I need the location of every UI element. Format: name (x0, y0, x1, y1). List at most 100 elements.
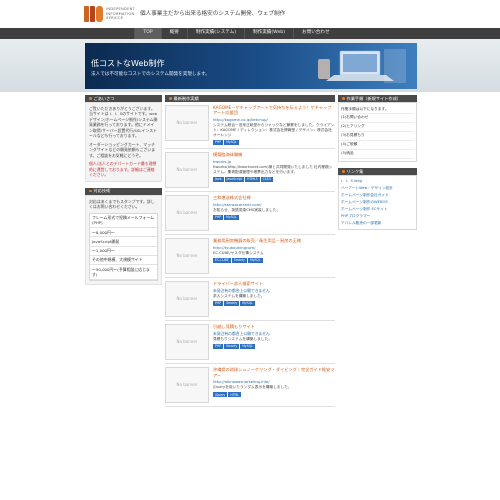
nav-item-works-system[interactable]: 制作実績(システム) (186, 28, 244, 39)
nav-item-works-web[interactable]: 制作実績(Web) (244, 28, 293, 39)
work-entry: No banner 模擬臨海体験機 kworks.jp Kworks(http:… (165, 149, 335, 193)
work-url-link[interactable]: http://tyuboukingcom/ (213, 245, 335, 250)
workflow-panel: 作業手順は以下になります。 (1)お問い合わせ (2)ヒアリング (3)お見積も… (338, 102, 417, 162)
logo-icon (84, 6, 103, 22)
external-link[interactable]: ホームページ制作会社ガイド (341, 192, 414, 199)
no-banner-image: No banner (165, 105, 209, 141)
external-link[interactable]: PHPプログラマー (341, 213, 414, 220)
work-url-link[interactable]: http://kagome.co.jp/ketchup/ (213, 117, 335, 122)
workflow-step: (5)納品 (341, 150, 414, 159)
work-url-note: 未発注有の都合上公開できません (213, 330, 270, 336)
external-link[interactable]: ホームページ制作 ECサイト (341, 206, 414, 213)
tech-tag: CSS3 (260, 176, 273, 182)
works-heading: 最新制作実績 (165, 95, 335, 102)
main-nav: TOP 概要 制作実績(システム) 制作実績(Web) お問い合わせ (0, 28, 500, 39)
tech-tag: PHP (213, 343, 224, 349)
external-link[interactable]: ホームページ制作のWEBOS (341, 199, 414, 206)
workflow-step: (4)ご依頼 (341, 141, 414, 150)
bullet-icon (89, 97, 92, 100)
tech-tag: Smarty (224, 343, 240, 349)
external-link[interactable]: アパレル販売の一部更新 (341, 220, 414, 227)
work-title-link[interactable]: 三和運送株式会社様 (213, 195, 335, 200)
site-header: INDEPENDENT INFORMATION SERVICE 個人事業主だから… (0, 0, 500, 28)
work-title-link[interactable]: 業務用厨房機器の販売／衛生用品・厨房の王様 (213, 238, 335, 243)
left-column: ごあいさつ ご覧いただきありがとうございます。当サイトは I．I．Sのサイトです… (85, 95, 162, 291)
bullet-icon (169, 97, 172, 100)
work-entry: No banner 業務用厨房機器の販売／衛生用品・厨房の王様 http://t… (165, 235, 335, 279)
work-entry: No banner 沖縄県の琉球シュノーケリング・ダイビング｜完全ガイド格安ツア… (165, 364, 335, 408)
workflow-step: (3)お見積もり (341, 132, 414, 141)
tech-tag: MySQL (240, 343, 255, 349)
site-logo[interactable]: INDEPENDENT INFORMATION SERVICE (84, 6, 135, 22)
tech-tags: PHP MySQL (213, 139, 335, 146)
hero-title: 低コストなWeb制作 (91, 59, 165, 68)
workflow-step: (2)ヒアリング (341, 123, 414, 132)
workflow-step: 作業手順は以下になります。 (341, 105, 414, 114)
center-column: 最新制作実績 No banner KAGOME－ケチャップアートで気持ちを伝えよ… (165, 95, 335, 408)
skills-intro: 対応はあくまでもスタンプです。詳しくはお問い合わせください。 (89, 198, 155, 210)
price-list-item: JavaScript開発 (90, 237, 157, 247)
works-list: No banner KAGOME－ケチャップアートで気持ちを伝えよう！ケチャップ… (165, 102, 335, 408)
bullet-icon (342, 170, 345, 173)
work-url-link[interactable]: http://sanwacorsnet.com/ (213, 202, 335, 207)
tech-tag: jQuery (213, 392, 228, 398)
tech-tags: Java JavaScript HTML5 CSS3 (213, 176, 335, 182)
tech-tags: jQuery HTML (213, 392, 335, 398)
work-description: jQueryを用いたランダム表示を構築しました。 (213, 385, 292, 390)
work-entry: No banner 三和運送株式会社様 http://sanwacorsnet.… (165, 192, 335, 236)
tech-tag: MySQL (240, 300, 255, 306)
tech-tag: HTML5 (245, 176, 260, 182)
tech-tag: MySQL (247, 257, 263, 263)
hero-area: 低コストなWeb制作 法人では不可能なコストでのシステム開発を実現します。 (0, 39, 500, 92)
work-title-link[interactable]: 模擬臨海体験機 (213, 152, 335, 157)
work-description: 求人システムを構築しました。 (213, 293, 265, 298)
work-description: システム統合－旧来正統型からジャックなど兼業をしました。クライアント：KAGOM… (213, 123, 335, 137)
work-title-link[interactable]: ドライバー求人検索サイト (213, 281, 335, 286)
work-description: 見積もりシステムを構築しました。 (213, 336, 272, 341)
nav-item-top[interactable]: TOP (134, 28, 161, 39)
page: INDEPENDENT INFORMATION SERVICE 個人事業主だから… (0, 0, 500, 500)
laptop-illustration-icon (318, 49, 406, 83)
no-banner-image: No banner (165, 324, 209, 361)
nav-item-about[interactable]: 概要 (160, 28, 187, 39)
tech-tag: EC-CUBE (213, 257, 231, 263)
greeting-notice: 個人/法人とのデパートカード最も理想的に運営しております。詳細はご連絡ください。 (89, 161, 157, 178)
tech-tags: PHP Smarty MySQL (213, 300, 335, 306)
tech-tag: PHP (213, 214, 224, 220)
bullet-icon (89, 189, 92, 193)
tech-tags: PHP MySQL (213, 214, 335, 220)
price-list-item: 〜50,000円〜(予算相談に応じます) (90, 265, 157, 280)
skills-heading: 対応技術 (85, 187, 162, 195)
no-banner-image: No banner (165, 195, 209, 232)
work-url-link[interactable]: http://okinawasnorkeling.info/ (213, 379, 335, 384)
hero-banner: 低コストなWeb制作 法人では不可能なコストでのシステム開発を実現します。 (85, 43, 417, 89)
tech-tag: MySQL (224, 139, 239, 146)
right-column: 作業手順（新規サイト作成） 作業手順は以下になります。 (1)お問い合わせ (2… (338, 95, 417, 236)
external-link[interactable]: ハーアートWeb・デザイン設計 (341, 185, 414, 192)
price-list: フレーム形式で投稿メールフォーム(PHP) 〜8,000円〜 JavaScrip… (89, 212, 158, 281)
workflow-step: (1)お問い合わせ (341, 114, 414, 123)
price-list-item: 〜1,000円〜 (90, 247, 157, 256)
work-url-link[interactable]: kworks.jp (213, 159, 335, 164)
external-link[interactable]: I．I．S blog (341, 178, 414, 185)
tech-tags: EC-CUBE Smarty MySQL (213, 257, 335, 263)
tech-tag: PHP (213, 139, 224, 146)
workflow-heading: 作業手順（新規サイト作成） (338, 95, 417, 102)
links-panel: I．I．S blog ハーアートWeb・デザイン設計 ホームページ制作会社ガイド… (338, 174, 417, 230)
nav-item-contact[interactable]: お問い合わせ (293, 28, 338, 39)
work-description: Kworks(http://kworksnet.com)様と共同開発いたしました… (213, 164, 333, 174)
work-title-link[interactable]: 沖縄県の琉球シュノーケリング・ダイビング｜完全ガイド格安ツアー (213, 367, 335, 378)
work-title-link[interactable]: KAGOME－ケチャップアートで気持ちを伝えよう！ケチャップアート応援団 (213, 105, 335, 116)
tech-tag: PHP (213, 300, 224, 306)
work-entry: No banner ドライバー求人検索サイト 未発注有の都合上公開できません 求… (165, 278, 335, 322)
logo-text-line: SERVICE (106, 16, 124, 21)
no-banner-image: No banner (165, 367, 209, 404)
price-list-item: 〜8,000円〜 (90, 228, 157, 238)
work-title-link[interactable]: 引越し見積もりサイト (213, 324, 335, 329)
tech-tag: HTML (228, 392, 241, 398)
work-entry: No banner 引越し見積もりサイト 未発注有の都合上公開できません 見積も… (165, 321, 335, 365)
work-entry: No banner KAGOME－ケチャップアートで気持ちを伝えよう！ケチャップ… (165, 102, 335, 150)
work-description: お知らせ、英語変換CMS実装しました。 (213, 207, 281, 212)
greeting-text-2: オーダーショッピングカート、マッチングサイトなどの開発依頼もございます。ご相談を… (89, 141, 156, 158)
greeting-panel: ご覧いただきありがとうございます。当サイトは I．I．Sのサイトです。webデザ… (85, 102, 162, 182)
